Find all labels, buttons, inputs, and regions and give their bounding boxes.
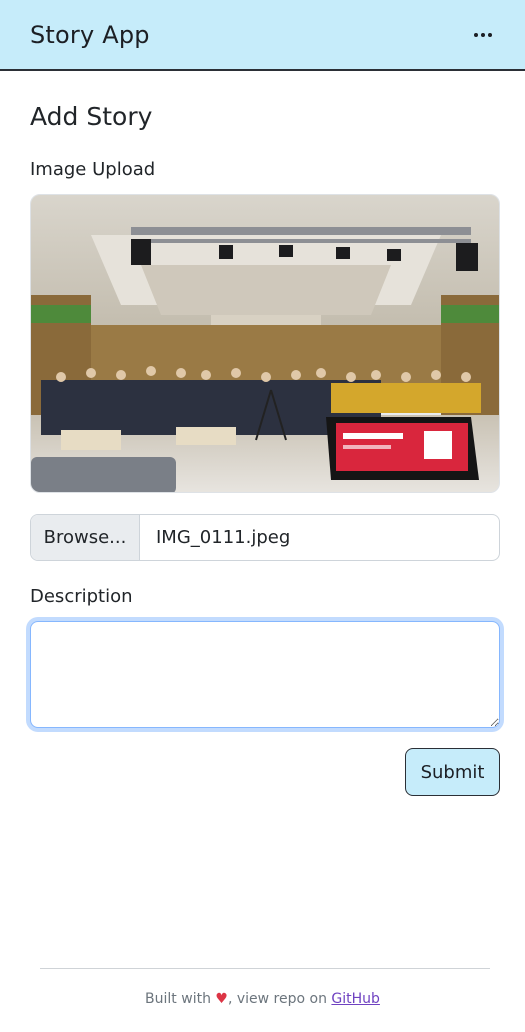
- submit-button[interactable]: Submit: [405, 748, 500, 796]
- footer-text-middle: , view repo on: [227, 991, 332, 1007]
- footer-text-before: Built with: [145, 991, 216, 1007]
- page-title: Add Story: [30, 102, 153, 131]
- image-upload-label: Image Upload: [30, 159, 156, 180]
- selected-file-name: IMG_0111.jpeg: [156, 527, 291, 548]
- browse-button[interactable]: Browse...: [31, 515, 140, 560]
- uploaded-photo-image: [31, 195, 499, 492]
- image-preview: [30, 194, 500, 493]
- description-label: Description: [30, 586, 133, 607]
- more-menu-button[interactable]: [471, 23, 495, 47]
- footer: Built with ♥, view repo on GitHub: [0, 991, 525, 1007]
- app-brand[interactable]: Story App: [30, 21, 150, 49]
- github-link[interactable]: GitHub: [331, 991, 380, 1007]
- heart-icon: ♥: [215, 991, 228, 1007]
- ellipsis-horizontal-icon: [474, 32, 478, 37]
- image-file-input[interactable]: Browse... IMG_0111.jpeg: [30, 514, 500, 561]
- description-textarea[interactable]: [30, 621, 500, 728]
- navbar: Story App: [0, 0, 525, 71]
- footer-divider: [40, 968, 490, 969]
